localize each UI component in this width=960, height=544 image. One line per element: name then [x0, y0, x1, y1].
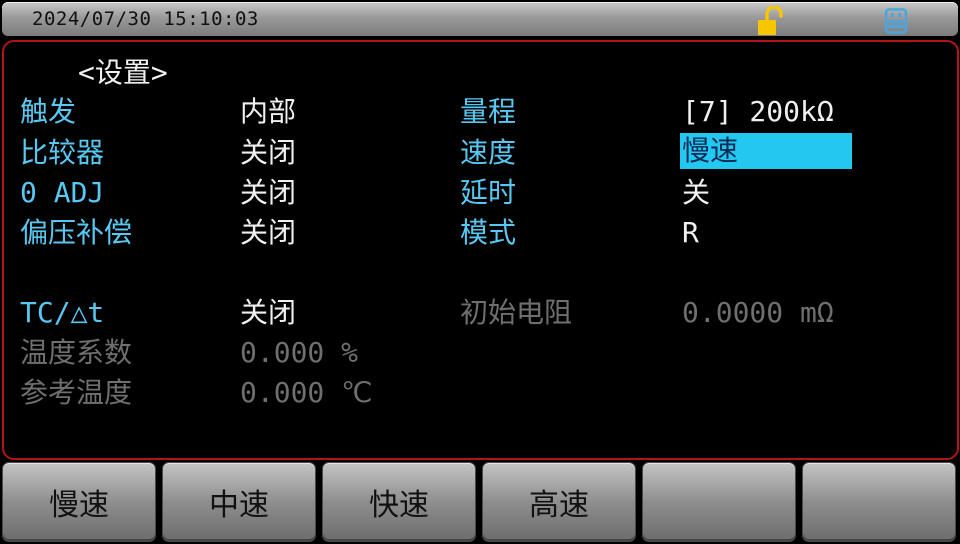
mode-value[interactable]: R: [682, 215, 699, 251]
speed-label: 速度: [460, 136, 517, 169]
reference-temperature-label: 参考温度: [20, 376, 133, 409]
trigger-label: 触发: [20, 95, 77, 128]
bias-compensation-label: 偏压补偿: [20, 216, 133, 249]
zero-adjust-label: 0 ADJ: [20, 176, 105, 209]
softkey-fast[interactable]: 快速: [322, 462, 476, 542]
page-title: <设置>: [78, 56, 168, 89]
status-bar: 2024/07/30 15:10:03: [2, 2, 958, 36]
softkey-high-speed[interactable]: 高速: [482, 462, 636, 542]
comparator-value[interactable]: 关闭: [240, 135, 296, 171]
delay-value[interactable]: 关: [682, 175, 710, 211]
softkey-medium[interactable]: 中速: [162, 462, 316, 542]
softkey-slow[interactable]: 慢速: [2, 462, 156, 542]
unlocked-padlock-icon[interactable]: [754, 6, 788, 36]
zero-adjust-value[interactable]: 关闭: [240, 175, 296, 211]
tc-value[interactable]: 关闭: [240, 295, 296, 331]
speed-value-selected[interactable]: 慢速: [680, 133, 852, 169]
softkey-5[interactable]: [642, 462, 796, 542]
softkey-bar: 慢速 中速 快速 高速: [0, 462, 960, 544]
settings-panel: <设置> 触发 内部 比较器 关闭 0 ADJ 关闭 偏压补偿 关闭 量程 [7…: [2, 40, 959, 460]
softkey-6[interactable]: [802, 462, 956, 542]
initial-resistance-label: 初始电阻: [460, 296, 573, 329]
usb-drive-icon[interactable]: [882, 8, 910, 34]
temperature-coefficient-label: 温度系数: [20, 336, 133, 369]
tc-label: TC/△t: [20, 296, 105, 329]
trigger-value[interactable]: 内部: [240, 94, 296, 130]
datetime: 2024/07/30 15:10:03: [32, 8, 259, 30]
delay-label: 延时: [460, 176, 517, 209]
reference-temperature-value: 0.000 ℃: [240, 376, 373, 409]
mode-label: 模式: [460, 216, 517, 249]
range-label: 量程: [460, 95, 517, 128]
initial-resistance-value: 0.0000 mΩ: [682, 296, 834, 329]
range-value[interactable]: [7] 200kΩ: [682, 94, 834, 130]
bias-compensation-value[interactable]: 关闭: [240, 215, 296, 251]
temperature-coefficient-value: 0.000 %: [240, 336, 359, 369]
comparator-label: 比较器: [20, 136, 105, 169]
